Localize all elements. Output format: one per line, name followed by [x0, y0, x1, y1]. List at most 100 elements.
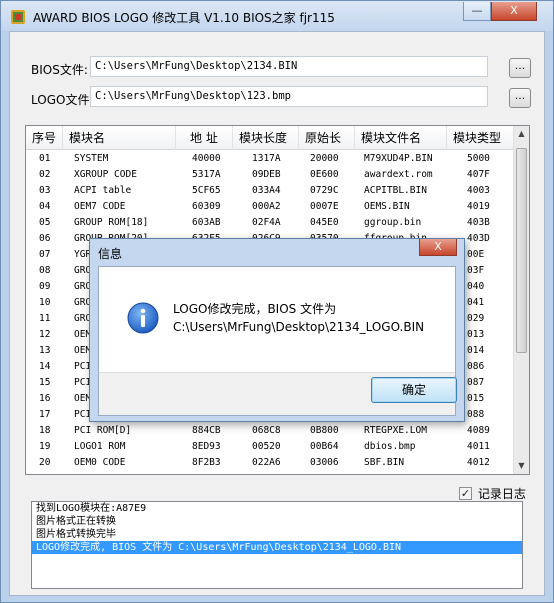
log-line: 图片格式正在转换 — [36, 516, 116, 527]
dialog-close-button[interactable]: X — [419, 239, 457, 256]
table-cell: 088 — [467, 409, 485, 420]
bios-path-input[interactable]: C:\Users\MrFung\Desktop\2134.BIN — [90, 56, 488, 77]
table-row[interactable]: 19 LOGO1 ROM 8ED93 00520 00B64 dbios.bmp 4011 — [26, 439, 514, 455]
table-cell: 09 — [39, 281, 51, 292]
table-cell: 8ED93 — [192, 441, 221, 452]
table-cell: 06 — [39, 233, 51, 244]
ok-button[interactable]: 确定 — [371, 377, 457, 403]
table-cell: 00520 — [252, 441, 281, 452]
table-cell: 022A6 — [252, 457, 281, 468]
log-checkbox[interactable]: ✓ — [459, 487, 472, 500]
table-cell: 00E — [467, 249, 485, 260]
dialog-message-line1: LOGO修改完成，BIOS 文件为 — [173, 302, 337, 316]
table-cell: 013 — [467, 329, 485, 340]
table-cell: 041 — [467, 297, 485, 308]
table-cell: OEMS.BIN — [364, 201, 410, 212]
dialog-message-line2: C:\Users\MrFung\Desktop\2134_LOGO.BIN — [173, 320, 425, 334]
table-cell: 086 — [467, 361, 485, 372]
table-cell: GROUP ROM[18] — [74, 217, 149, 228]
table-row[interactable]: 04 OEM7 CODE 60309 000A2 0007E OEMS.BIN 4019 — [26, 199, 514, 215]
table-cell: 403D — [467, 233, 490, 244]
table-cell: 068C8 — [252, 425, 281, 436]
table-cell: ggroup.bin — [364, 217, 422, 228]
table-cell: 15 — [39, 377, 51, 388]
table-cell: ACPITBL.BIN — [364, 185, 427, 196]
table-cell: 09DEB — [252, 169, 281, 180]
table-cell: 02F4A — [252, 217, 281, 228]
table-cell: 20000 — [310, 153, 339, 164]
table-row[interactable]: 01 SYSTEM 40000 1317A 20000 M79XUD4P.BIN 5000 — [26, 151, 514, 167]
log-checkbox-label: 记录日志 — [477, 487, 526, 501]
table-cell: 0729C — [310, 185, 339, 196]
table-cell: 0007E — [310, 201, 339, 212]
scroll-down-icon[interactable]: ▼ — [514, 458, 529, 474]
table-cell: 60309 — [192, 201, 221, 212]
table-row[interactable]: 18 PCI ROM[D] 884CB 068C8 0B800 RTEGPXE.LOM 40… — [26, 423, 514, 439]
table-cell: 0B800 — [310, 425, 339, 436]
table-cell: 10 — [39, 297, 51, 308]
table-row[interactable]: 03 ACPI table 5CF65 033A4 0729C ACPITBL.BIN 40… — [26, 183, 514, 199]
table-cell: XGROUP CODE — [74, 169, 137, 180]
table-cell: SYSTEM — [74, 153, 109, 164]
table-cell: 02 — [39, 169, 51, 180]
table-cell: 17 — [39, 409, 51, 420]
table-cell: 0E600 — [310, 169, 339, 180]
table-cell: 14 — [39, 361, 51, 372]
table-cell: 13 — [39, 345, 51, 356]
bios-browse-button[interactable]: ... — [509, 58, 531, 78]
table-cell: OEM7 CODE — [74, 201, 126, 212]
table-cell: OEM0 CODE — [74, 457, 126, 468]
table-cell: 00B64 — [310, 441, 339, 452]
table-cell: 04 — [39, 201, 51, 212]
table-cell: 4003 — [467, 185, 490, 196]
table-cell: 015 — [467, 393, 485, 404]
info-icon — [127, 302, 159, 334]
app-icon — [11, 10, 25, 24]
log-line-selected[interactable]: LOGO修改完成, BIOS 文件为 C:\Users\MrFung\Deskt… — [32, 541, 522, 554]
table-row[interactable]: 05 GROUP ROM[18] 603AB 02F4A 045E0 ggroup.bin… — [26, 215, 514, 231]
column-header-module-file[interactable]: 模块文件名 — [355, 126, 447, 150]
list-header: 序号 模块名 地 址 模块长度 原始长 模块文件名 模块类型 — [26, 126, 514, 150]
table-cell: 08 — [39, 265, 51, 276]
table-cell: PCI ROM[D] — [74, 425, 132, 436]
title-bar[interactable]: AWARD BIOS LOGO 修改工具 V1.10 BIOS之家 fjr115… — [1, 1, 553, 31]
log-line: 找到LOGO模块在:A87E9 — [36, 503, 147, 514]
log-line: 图片格式转换完毕 — [36, 529, 116, 540]
scroll-thumb[interactable] — [516, 148, 527, 353]
table-cell: 884CB — [192, 425, 221, 436]
table-cell: 8F2B3 — [192, 457, 221, 468]
table-cell: 4012 — [467, 457, 490, 468]
log-box[interactable]: 找到LOGO模块在:A87E9 图片格式正在转换 图片格式转换完毕 LOGO修改… — [31, 501, 523, 589]
table-cell: 07 — [39, 249, 51, 260]
table-row[interactable]: 20 OEM0 CODE 8F2B3 022A6 03006 SBF.BIN 4012 — [26, 455, 514, 471]
column-header-module-name[interactable]: 模块名 — [63, 126, 176, 150]
table-cell: awardext.rom — [364, 169, 433, 180]
column-header-address[interactable]: 地 址 — [176, 126, 233, 150]
column-header-module-length[interactable]: 模块长度 — [233, 126, 299, 150]
table-cell: 000A2 — [252, 201, 281, 212]
table-cell: 16 — [39, 393, 51, 404]
table-row[interactable]: 02 XGROUP CODE 5317A 09DEB 0E600 awardext.rom… — [26, 167, 514, 183]
table-cell: 05 — [39, 217, 51, 228]
bios-file-label: BIOS文件: — [31, 63, 88, 77]
logo-path-input[interactable]: C:\Users\MrFung\Desktop\123.bmp — [90, 86, 488, 107]
column-header-module-type[interactable]: 模块类型 — [447, 126, 514, 150]
logo-file-label: LOGO文件: — [31, 93, 94, 107]
table-cell: 4019 — [467, 201, 490, 212]
table-cell: 045E0 — [310, 217, 339, 228]
column-header-index[interactable]: 序号 — [26, 126, 63, 150]
table-cell: 029 — [467, 313, 485, 324]
close-button[interactable]: X — [491, 2, 537, 21]
table-cell: M79XUD4P.BIN — [364, 153, 433, 164]
info-dialog: 信息 X LOGO修改完成，BIOS 文件为 C:\Users\MrFung\D… — [89, 238, 465, 422]
main-window: AWARD BIOS LOGO 修改工具 V1.10 BIOS之家 fjr115… — [0, 0, 554, 603]
column-header-original-length[interactable]: 原始长 — [299, 126, 355, 150]
list-scrollbar[interactable]: ▲ ▼ — [513, 126, 529, 474]
logo-browse-button[interactable]: ... — [509, 88, 531, 108]
log-checkbox-option[interactable]: ✓ 记录日志 — [459, 485, 526, 502]
table-cell: 4089 — [467, 425, 490, 436]
minimize-button[interactable]: — — [463, 2, 491, 21]
table-cell: 4011 — [467, 441, 490, 452]
scroll-up-icon[interactable]: ▲ — [514, 126, 529, 142]
table-cell: 040 — [467, 281, 485, 292]
